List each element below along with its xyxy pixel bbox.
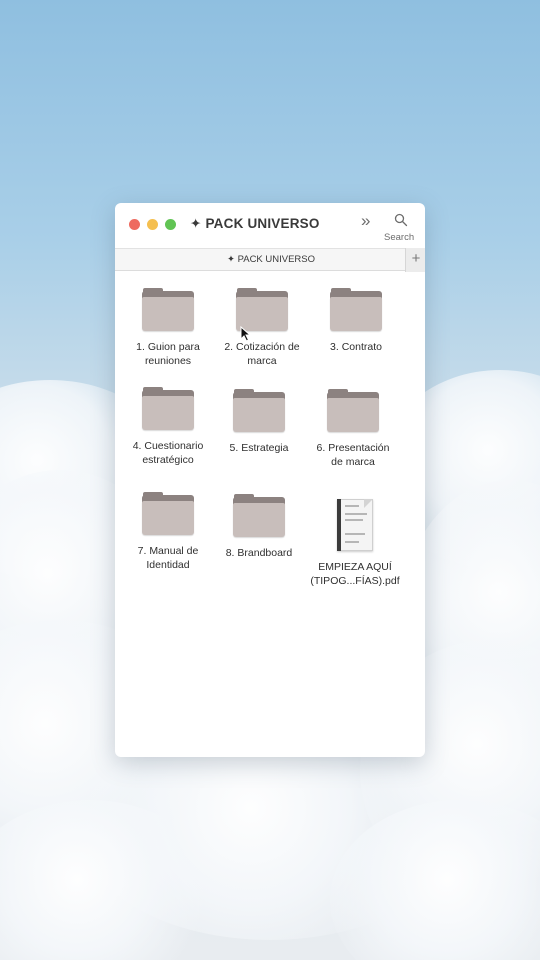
item-label: 5. Estrategia — [229, 442, 289, 454]
search-label[interactable]: Search — [384, 232, 414, 243]
title-bar: ✦ PACK UNIVERSO » Search — [115, 203, 425, 248]
folder-item[interactable]: 5. Estrategia — [211, 389, 307, 456]
folder-item[interactable]: 7. Manual de Identidad — [120, 492, 216, 572]
folder-item[interactable]: 1. Guion para reuniones — [120, 288, 216, 368]
item-label: 7. Manual de Identidad — [137, 545, 199, 571]
mouse-pointer-icon — [240, 326, 252, 342]
item-label: 6. Presentación de marca — [316, 442, 390, 468]
folder-icon — [233, 389, 285, 433]
finder-window: ✦ PACK UNIVERSO » Search ✦ PACK UNIVERSO… — [115, 203, 425, 757]
tab-pack-universo[interactable]: ✦ PACK UNIVERSO — [227, 254, 315, 265]
folder-item[interactable]: 8. Brandboard — [211, 494, 307, 561]
folder-item[interactable]: 3. Contrato — [308, 288, 404, 355]
search-icon[interactable] — [394, 213, 408, 227]
folder-icon — [142, 492, 194, 536]
folder-icon — [233, 494, 285, 538]
item-label: 1. Guion para reuniones — [136, 341, 200, 367]
item-label: 2. Cotización de marca — [224, 341, 300, 367]
tab-bar: ✦ PACK UNIVERSO + — [115, 248, 425, 272]
folder-item[interactable]: 6. Presentación de marca — [305, 389, 401, 469]
folder-icon — [330, 288, 382, 332]
close-button[interactable] — [129, 219, 140, 230]
new-tab-button[interactable]: + — [405, 248, 425, 272]
zoom-button[interactable] — [165, 219, 176, 230]
folder-icon — [142, 387, 194, 431]
item-label: 4. Cuestionario estratégico — [132, 440, 204, 466]
toolbar-overflow-chevron-icon[interactable]: » — [361, 211, 370, 231]
window-title: ✦ PACK UNIVERSO — [190, 216, 320, 231]
item-label: EMPIEZA AQUÍ (TIPOG...FÍAS).pdf — [310, 561, 400, 587]
pdf-file-item[interactable]: EMPIEZA AQUÍ (TIPOG...FÍAS).pdf — [307, 499, 403, 588]
item-label: 3. Contrato — [330, 341, 382, 353]
item-label: 8. Brandboard — [225, 547, 293, 559]
folder-item[interactable]: 4. Cuestionario estratégico — [120, 387, 216, 467]
folder-icon — [327, 389, 379, 433]
folder-item[interactable]: 2. Cotización de marca — [214, 288, 310, 368]
minimize-button[interactable] — [147, 219, 158, 230]
folder-icon — [142, 288, 194, 332]
pdf-document-icon — [333, 499, 377, 553]
